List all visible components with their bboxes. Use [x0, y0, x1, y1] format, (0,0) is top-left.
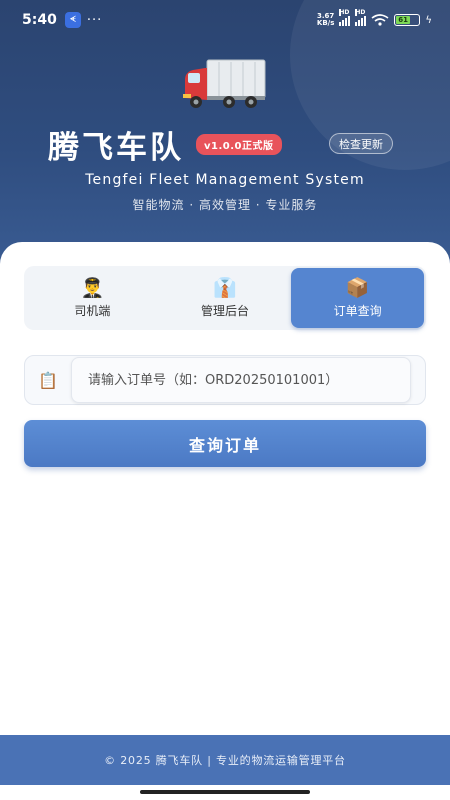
network-speed: 3.67 KB/s: [316, 12, 335, 27]
clipboard-icon: 📋: [38, 370, 58, 390]
header-banner: 5:40 ᗛ ··· 3.67 KB/s HD HD 61 ϟ 腾飞车队 v1.…: [0, 0, 450, 270]
more-notifications-icon: ···: [86, 12, 103, 28]
footer: © 2025 腾飞车队 | 专业的物流运输管理平台: [0, 735, 450, 785]
signal-icon: HD: [339, 8, 351, 26]
wifi-icon: [371, 14, 389, 26]
signal-icon-2: HD: [355, 8, 367, 26]
status-indicators: 3.67 KB/s HD HD 61 ϟ: [316, 8, 432, 27]
app-notification-icon: ᗛ: [64, 12, 81, 28]
truck-icon: [183, 59, 266, 108]
tab-label: 司机端: [74, 303, 111, 318]
query-order-button[interactable]: 查询订单: [24, 420, 426, 467]
app-tagline: 智能物流 · 高效管理 · 专业服务: [132, 198, 318, 212]
tab-label: 订单查询: [333, 303, 382, 318]
driver-icon: 👨‍✈️: [80, 276, 105, 299]
charging-icon: ϟ: [425, 14, 432, 26]
manager-icon: 👔: [213, 276, 237, 299]
main-card: 👨‍✈️ 司机端 👔 管理后台 📦 订单查询 📋 查询订单: [0, 242, 450, 742]
tab-driver[interactable]: 👨‍✈️ 司机端: [26, 268, 159, 328]
package-icon: 📦: [345, 276, 370, 299]
version-badge: v1.0.0正式版: [196, 134, 282, 155]
status-bar: 5:40 ᗛ ··· 3.67 KB/s HD HD 61 ϟ: [0, 0, 450, 40]
order-number-input[interactable]: [71, 357, 411, 403]
home-indicator[interactable]: [140, 790, 310, 794]
tab-label: 管理后台: [201, 303, 250, 318]
brand-row: 腾飞车队 v1.0.0正式版: [48, 122, 282, 167]
battery-icon: 61: [394, 14, 421, 26]
app-title: 腾飞车队: [48, 130, 184, 166]
tab-order-query[interactable]: 📦 订单查询: [291, 268, 425, 328]
footer-text: © 2025 腾飞车队 | 专业的物流运输管理平台: [104, 754, 346, 767]
app-subtitle: Tengfei Fleet Management System: [85, 172, 365, 188]
role-tabs: 👨‍✈️ 司机端 👔 管理后台 📦 订单查询: [24, 266, 426, 330]
status-time: 5:40: [22, 12, 57, 28]
order-search-box: 📋: [24, 355, 426, 405]
battery-level: 61: [396, 16, 410, 24]
check-update-button[interactable]: 检查更新: [329, 133, 393, 154]
tab-admin[interactable]: 👔 管理后台: [159, 268, 292, 328]
